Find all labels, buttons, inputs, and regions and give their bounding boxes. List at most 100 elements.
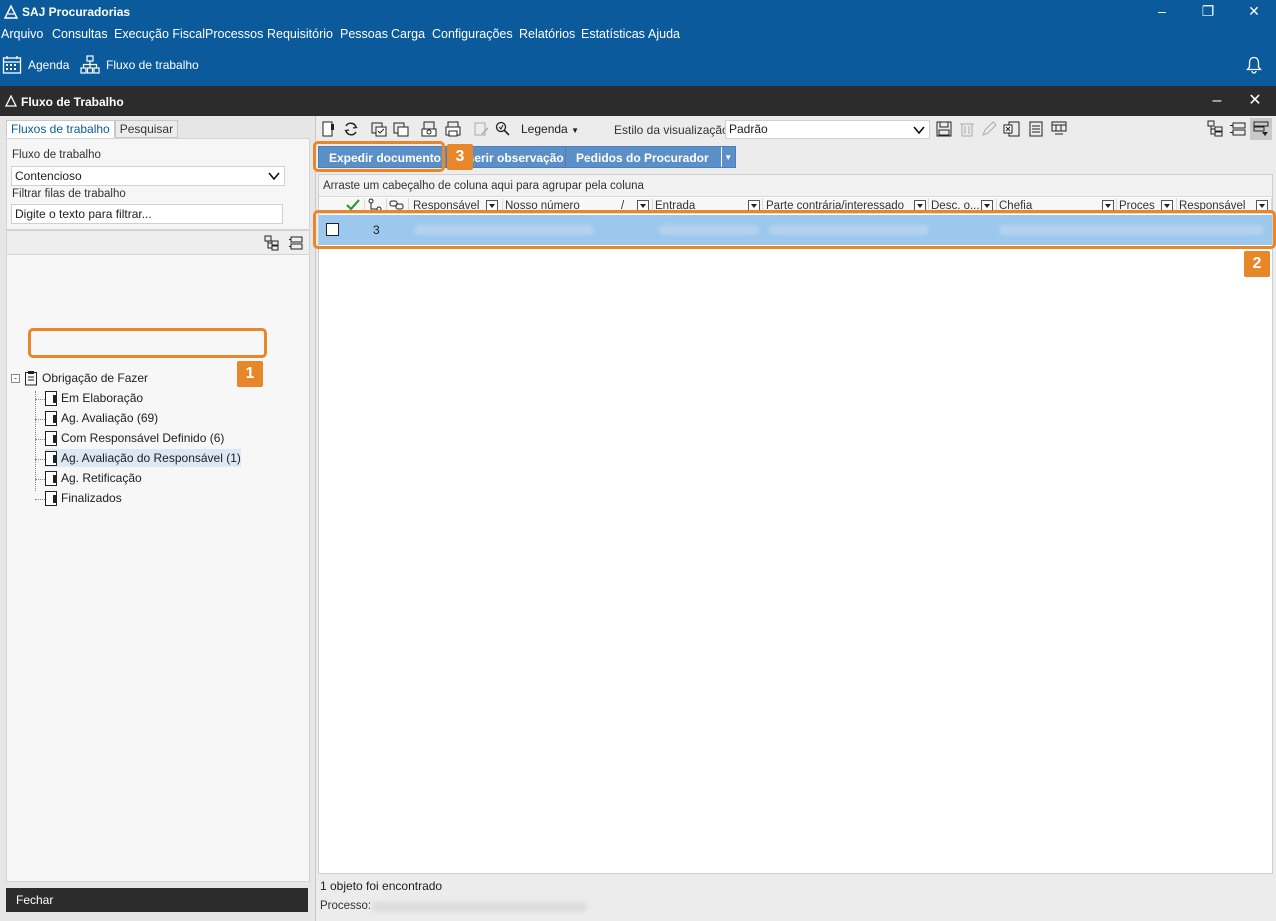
print-preview-icon[interactable]: [420, 120, 438, 138]
fluxo-select[interactable]: Contencioso: [11, 166, 285, 186]
save-view-icon[interactable]: [935, 120, 953, 138]
filters-box: Fluxo de trabalho Contencioso Filtrar fi…: [6, 138, 310, 230]
highlight-row: [313, 210, 1276, 249]
app-logo-icon: [4, 5, 18, 19]
copy-icon[interactable]: [392, 120, 410, 138]
new-document-icon[interactable]: [320, 120, 338, 138]
tree-item-label: Ag. Avaliação do Responsável (1): [61, 451, 241, 465]
chevron-down-icon: [268, 172, 280, 181]
tree-root[interactable]: - Obrigação de Fazer: [11, 369, 148, 387]
window-close-button[interactable]: ✕: [1240, 89, 1270, 113]
style-select[interactable]: Padrão: [725, 120, 930, 139]
delete-view-icon[interactable]: [958, 120, 976, 138]
fluxo-trabalho-button[interactable]: Fluxo de trabalho: [80, 54, 199, 76]
collapse-tree-icon[interactable]: [288, 235, 304, 251]
org-chart-icon: [80, 55, 100, 74]
collapse-box-icon[interactable]: -: [11, 373, 20, 383]
results-count: 1 objeto foi encontrado: [320, 879, 443, 893]
tree-item-label: Ag. Retificação: [61, 471, 142, 485]
filter-input[interactable]: Digite o texto para filtrar...: [11, 204, 283, 224]
filter-label: Filtrar filas de trabalho: [12, 188, 126, 200]
tree-item-em-elaboracao[interactable]: Em Elaboração: [45, 389, 143, 407]
menu-consultas[interactable]: Consultas: [52, 27, 108, 41]
menu-estatisticas[interactable]: Estatísticas: [581, 27, 645, 41]
title-bar: SAJ Procuradorias – ❐ ✕: [0, 0, 1276, 24]
window-header: Fluxo de Trabalho – ✕: [0, 86, 1276, 116]
results-grid: Arraste um cabeçalho de coluna aqui para…: [318, 174, 1273, 874]
menu-execucao-fiscal[interactable]: Execução Fiscal: [114, 27, 205, 41]
left-panel: Fluxos de trabalho Pesquisar Fluxo de tr…: [0, 116, 316, 921]
menu-pessoas[interactable]: Pessoas: [340, 27, 388, 41]
marker-2: 2: [1244, 251, 1270, 277]
chevron-down-icon: [913, 126, 925, 135]
filter-view-button[interactable]: [1250, 118, 1272, 140]
highlight-tree-item: [28, 328, 267, 358]
tree-item-finalizados[interactable]: Finalizados: [45, 489, 122, 507]
menu-ajuda[interactable]: Ajuda: [648, 27, 680, 41]
expand-tree-icon[interactable]: [264, 235, 280, 251]
copy-check-icon[interactable]: [370, 120, 388, 138]
legend-label: Legenda: [521, 122, 568, 136]
tab-pesquisar[interactable]: Pesquisar: [114, 120, 179, 138]
dropdown-arrow-icon[interactable]: ▼: [720, 147, 735, 167]
menu-processos[interactable]: Processos: [205, 27, 263, 41]
tree-item-ag-retificacao[interactable]: Ag. Retificação: [45, 469, 142, 487]
process-label: Processo:: [320, 900, 372, 912]
agenda-button[interactable]: Agenda: [2, 54, 69, 76]
main-toolbar: Agenda Fluxo de trabalho: [0, 46, 1276, 86]
pedidos-procurador-label: Pedidos do Procurador: [576, 151, 709, 165]
fluxo-select-value: Contencioso: [15, 169, 82, 183]
queue-icon: [45, 410, 57, 426]
highlight-expedir: [313, 141, 445, 172]
marker-1: 1: [237, 361, 263, 387]
tree-item-ag-avaliacao[interactable]: Ag. Avaliação (69): [45, 409, 158, 427]
filter-rows-icon: [1253, 121, 1269, 136]
left-tabs: Fluxos de trabalho Pesquisar: [6, 120, 179, 138]
tree-toolbar: [7, 231, 309, 255]
queue-icon: [45, 450, 57, 466]
columns-config-icon[interactable]: [1050, 120, 1068, 138]
close-app-button[interactable]: ✕: [1231, 0, 1276, 24]
group-by-hint: Arraste um cabeçalho de coluna aqui para…: [319, 175, 1272, 197]
restore-button[interactable]: ❐: [1185, 0, 1231, 24]
excel-export-icon[interactable]: [1003, 120, 1021, 138]
tree-item-label: Finalizados: [61, 491, 122, 505]
pedidos-procurador-button[interactable]: Pedidos do Procurador ▼: [565, 146, 736, 168]
window-logo-icon: [5, 95, 17, 107]
expand-groups-icon[interactable]: [1207, 120, 1225, 138]
search-document-icon[interactable]: [494, 120, 512, 138]
pencil-icon[interactable]: [980, 120, 998, 138]
menu-arquivo[interactable]: Arquivo: [1, 27, 43, 41]
queue-icon: [45, 430, 57, 446]
menu-requisitorio[interactable]: Requisitório: [267, 27, 333, 41]
tree-item-com-responsavel-definido[interactable]: Com Responsável Definido (6): [45, 429, 224, 447]
minimize-button[interactable]: –: [1139, 0, 1185, 24]
tab-fluxos-de-trabalho[interactable]: Fluxos de trabalho: [6, 120, 115, 138]
queue-icon: [45, 490, 57, 506]
menu-configuracoes[interactable]: Configurações: [432, 27, 513, 41]
menu-carga[interactable]: Carga: [391, 27, 425, 41]
agenda-label: Agenda: [28, 58, 70, 72]
edit-disabled-icon[interactable]: [472, 120, 490, 138]
clipboard-icon: [25, 371, 37, 386]
legend-dropdown[interactable]: Legenda ▼: [521, 122, 579, 136]
redacted-process: [372, 902, 587, 912]
window-minimize-button[interactable]: –: [1202, 89, 1232, 113]
fluxo-label: Fluxo de trabalho: [12, 149, 101, 161]
caret-down-icon: ▼: [571, 126, 579, 135]
queue-icon: [45, 470, 57, 486]
menu-relatorios[interactable]: Relatórios: [519, 27, 575, 41]
tree-item-ag-avaliacao-responsavel[interactable]: Ag. Avaliação do Responsável (1): [45, 449, 241, 467]
refresh-icon[interactable]: [342, 120, 360, 138]
queue-icon: [45, 390, 57, 406]
fechar-button[interactable]: Fechar: [6, 888, 308, 912]
marker-3: 3: [447, 144, 473, 170]
print-icon[interactable]: [444, 120, 462, 138]
report-icon[interactable]: [1027, 120, 1045, 138]
collapse-groups-icon[interactable]: [1229, 120, 1247, 138]
app-title: SAJ Procuradorias: [22, 5, 131, 19]
tree-item-label: Em Elaboração: [61, 391, 144, 405]
bell-icon[interactable]: [1246, 56, 1262, 74]
style-label: Estilo da visualização: [614, 123, 729, 137]
tree-root-label: Obrigação de Fazer: [42, 371, 149, 385]
